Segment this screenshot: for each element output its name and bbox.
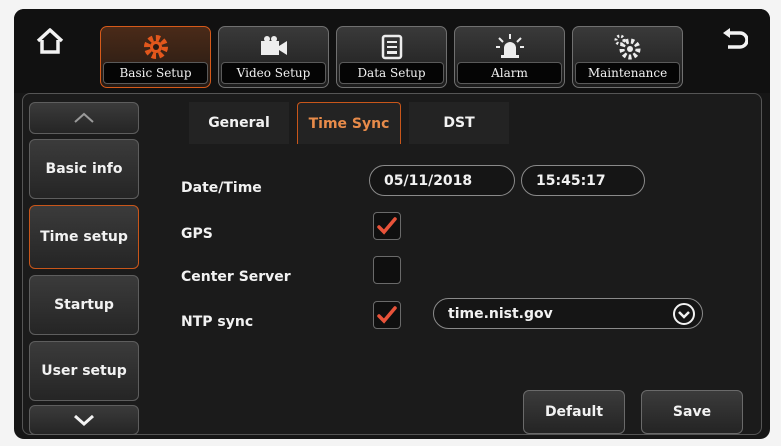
ntp-server-value: time.nist.gov — [448, 305, 553, 322]
tab-label: Basic Setup — [103, 62, 208, 84]
tab-label: Maintenance — [575, 62, 680, 84]
tab-dst[interactable]: DST — [409, 102, 509, 144]
subtab-label: DST — [443, 115, 475, 131]
checkmark-icon — [377, 306, 397, 324]
default-button-label: Default — [544, 404, 604, 420]
datetime-label: Date/Time — [181, 180, 262, 196]
tab-alarm[interactable]: Alarm — [454, 26, 565, 88]
video-camera-icon — [219, 33, 328, 61]
settings-panel: Basic info Time setup Startup User setup… — [22, 93, 762, 435]
back-button[interactable] — [714, 21, 754, 61]
date-value: 05/11/2018 — [384, 172, 473, 189]
default-button[interactable]: Default — [523, 390, 625, 434]
center-server-label: Center Server — [181, 269, 291, 285]
sidebar-item-label: Time setup — [40, 229, 128, 245]
chevron-down-circle-icon[interactable] — [672, 302, 696, 326]
sidebar-scroll-up-button[interactable] — [29, 102, 139, 134]
sidebar-item-basic-info[interactable]: Basic info — [29, 139, 139, 199]
save-button-label: Save — [672, 404, 712, 420]
tab-label: Data Setup — [339, 62, 444, 84]
chevron-up-icon — [74, 112, 94, 123]
storage-icon — [337, 33, 446, 61]
tab-time-sync[interactable]: Time Sync — [297, 102, 401, 144]
sidebar-scroll-down-button[interactable] — [29, 405, 139, 435]
checkmark-icon — [377, 217, 397, 235]
save-button[interactable]: Save — [641, 390, 743, 434]
top-menu-bar: Basic Setup Video Setup Data Setup Alarm… — [14, 9, 770, 93]
gps-checkbox[interactable] — [373, 212, 401, 240]
sidebar-item-label: Basic info — [45, 161, 123, 177]
home-icon — [36, 28, 64, 54]
maintenance-gears-icon — [573, 33, 682, 61]
sidebar-item-user-setup[interactable]: User setup — [29, 341, 139, 401]
tab-maintenance[interactable]: Maintenance — [572, 26, 683, 88]
alarm-light-icon — [455, 33, 564, 61]
home-button[interactable] — [30, 21, 70, 61]
sidebar-item-label: Startup — [54, 297, 114, 313]
time-value: 15:45:17 — [536, 172, 606, 189]
tab-label: Alarm — [457, 62, 562, 84]
tab-general[interactable]: General — [189, 102, 289, 144]
tab-label: Video Setup — [221, 62, 326, 84]
sidebar-item-startup[interactable]: Startup — [29, 275, 139, 335]
back-arrow-icon — [723, 28, 748, 49]
gps-label: GPS — [181, 226, 213, 242]
dvr-screen: Basic Setup Video Setup Data Setup Alarm… — [14, 9, 770, 439]
chevron-down-icon — [74, 414, 94, 426]
tab-video-setup[interactable]: Video Setup — [218, 26, 329, 88]
center-server-checkbox[interactable] — [373, 256, 401, 284]
ntp-sync-checkbox[interactable] — [373, 301, 401, 329]
date-field[interactable]: 05/11/2018 — [369, 165, 515, 196]
tab-data-setup[interactable]: Data Setup — [336, 26, 447, 88]
sidebar-item-time-setup[interactable]: Time setup — [29, 205, 139, 269]
gear-icon — [101, 33, 210, 61]
tab-basic-setup[interactable]: Basic Setup — [100, 26, 211, 88]
subtab-label: Time Sync — [308, 115, 390, 132]
ntp-server-select[interactable]: time.nist.gov — [433, 298, 703, 329]
sidebar-item-label: User setup — [41, 363, 127, 379]
time-field[interactable]: 15:45:17 — [521, 165, 645, 196]
subtab-label: General — [208, 115, 270, 131]
ntp-sync-label: NTP sync — [181, 314, 254, 330]
